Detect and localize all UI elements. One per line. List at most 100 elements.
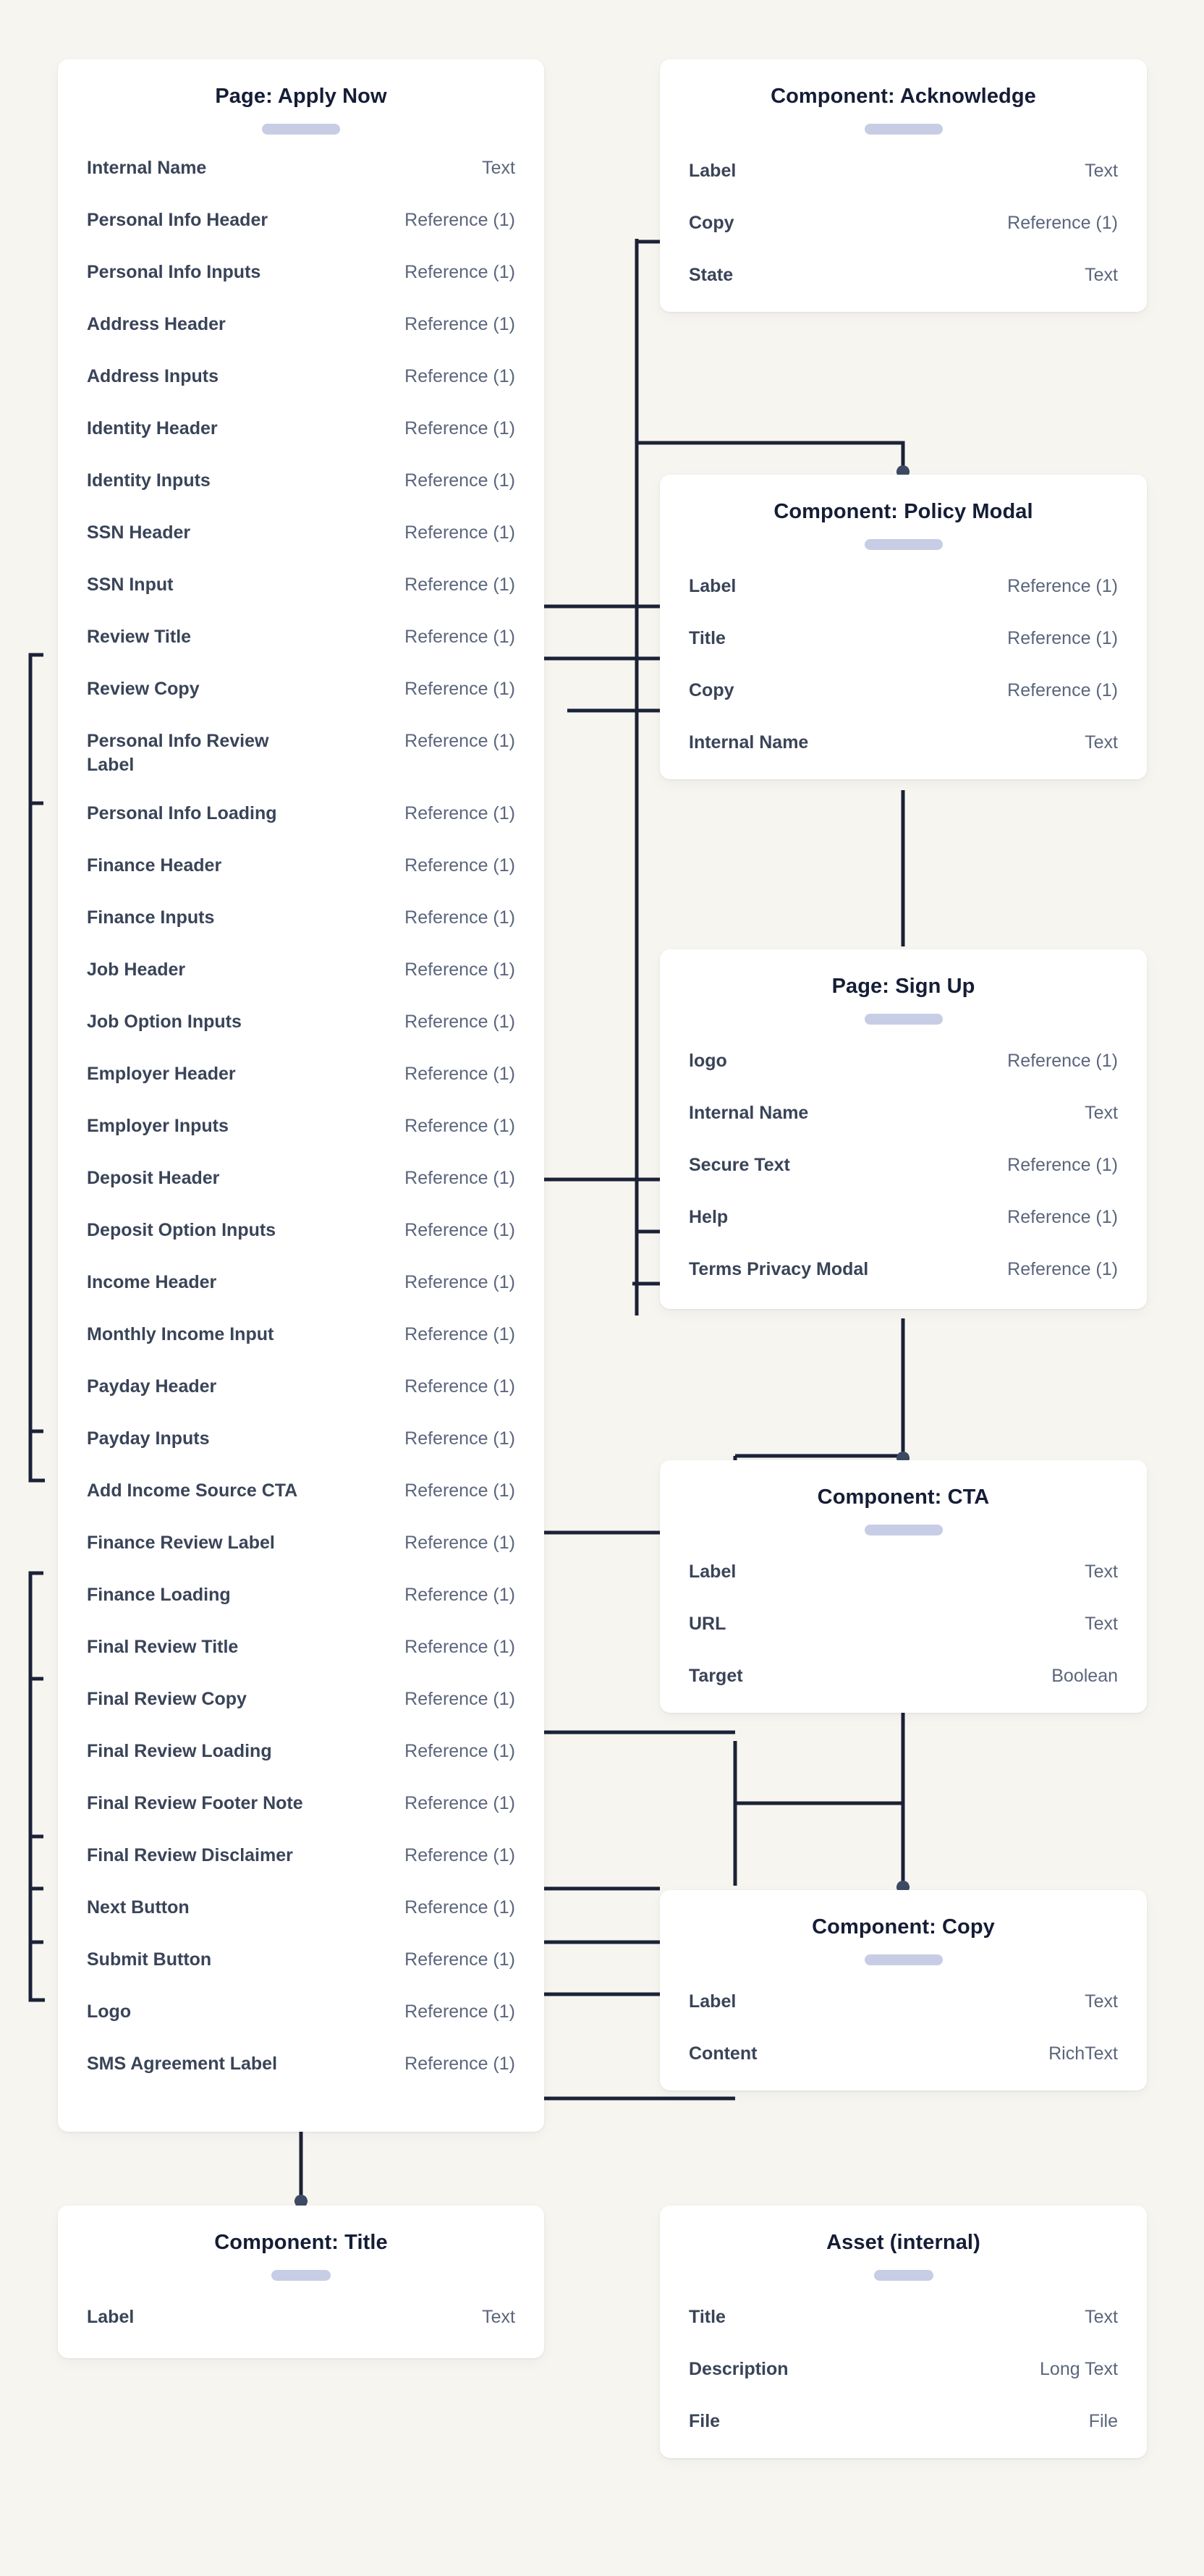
entity-card-component-cta[interactable]: Component: CTA Label Text URL Text Target B… bbox=[660, 1460, 1147, 1713]
field-row[interactable]: Final Review Disclaimer Reference (1) bbox=[87, 1844, 515, 1868]
field-row[interactable]: Review Title Reference (1) bbox=[87, 625, 515, 649]
field-row[interactable]: Review Copy Reference (1) bbox=[87, 677, 515, 701]
wire-policy-modal-top bbox=[637, 441, 905, 470]
field-list: Label Text bbox=[58, 2281, 544, 2358]
field-row[interactable]: Label Text bbox=[689, 1560, 1118, 1584]
field-type: Reference (1) bbox=[404, 730, 515, 751]
field-row[interactable]: Content RichText bbox=[689, 2042, 1118, 2066]
field-name: Final Review Copy bbox=[87, 1688, 247, 1709]
field-row[interactable]: URL Text bbox=[689, 1612, 1118, 1636]
field-row[interactable]: Internal Name Text bbox=[689, 1101, 1118, 1125]
field-row[interactable]: Identity Header Reference (1) bbox=[87, 417, 515, 441]
field-row[interactable]: State Text bbox=[689, 263, 1118, 287]
field-name: Target bbox=[689, 1665, 743, 1686]
field-row[interactable]: Logo Reference (1) bbox=[87, 2000, 515, 2024]
field-row[interactable]: Address Header Reference (1) bbox=[87, 313, 515, 336]
field-row[interactable]: Title Reference (1) bbox=[689, 627, 1118, 651]
field-row[interactable]: Label Text bbox=[689, 1990, 1118, 2014]
bracket-left-payday bbox=[28, 803, 45, 1483]
field-row[interactable]: Personal Info Header Reference (1) bbox=[87, 208, 515, 232]
card-title: Component: Policy Modal bbox=[773, 500, 1033, 523]
field-row[interactable]: Copy Reference (1) bbox=[689, 679, 1118, 703]
field-type: File bbox=[1088, 2410, 1118, 2431]
field-row[interactable]: Personal Info Inputs Reference (1) bbox=[87, 260, 515, 284]
field-type: Reference (1) bbox=[404, 1011, 515, 1032]
field-row[interactable]: Monthly Income Input Reference (1) bbox=[87, 1323, 515, 1347]
entity-card-asset-internal[interactable]: Asset (internal) Title Text Description Lo… bbox=[660, 2206, 1147, 2458]
field-row[interactable]: Label Text bbox=[689, 159, 1118, 183]
entity-card-component-title[interactable]: Component: Title Label Text bbox=[58, 2206, 544, 2358]
field-row[interactable]: Next Button Reference (1) bbox=[87, 1896, 515, 1920]
field-row[interactable]: File File bbox=[689, 2410, 1118, 2433]
field-name: Identity Header bbox=[87, 418, 218, 438]
field-type: Text bbox=[482, 2306, 515, 2327]
field-row[interactable]: Payday Inputs Reference (1) bbox=[87, 1427, 515, 1451]
field-row[interactable]: Job Header Reference (1) bbox=[87, 958, 515, 982]
field-row[interactable]: SSN Header Reference (1) bbox=[87, 521, 515, 545]
field-row[interactable]: Deposit Header Reference (1) bbox=[87, 1166, 515, 1190]
entity-card-component-policy-modal[interactable]: Component: Policy Modal Label Reference (… bbox=[660, 475, 1147, 779]
entity-card-component-acknowledge[interactable]: Component: Acknowledge Label Text Copy Ref… bbox=[660, 59, 1147, 312]
field-row[interactable]: Submit Button Reference (1) bbox=[87, 1948, 515, 1972]
field-row[interactable]: Secure Text Reference (1) bbox=[689, 1153, 1118, 1177]
field-row[interactable]: Address Inputs Reference (1) bbox=[87, 365, 515, 389]
field-row[interactable]: Label Reference (1) bbox=[689, 575, 1118, 598]
field-row[interactable]: Internal Name Text bbox=[87, 156, 515, 180]
field-row[interactable]: SSN Input Reference (1) bbox=[87, 573, 515, 597]
field-row[interactable]: Add Income Source CTA Reference (1) bbox=[87, 1479, 515, 1503]
field-row[interactable]: Finance Review Label Reference (1) bbox=[87, 1531, 515, 1555]
field-row[interactable]: Finance Loading Reference (1) bbox=[87, 1583, 515, 1607]
field-row[interactable]: Deposit Option Inputs Reference (1) bbox=[87, 1219, 515, 1242]
field-row[interactable]: Employer Inputs Reference (1) bbox=[87, 1114, 515, 1138]
field-name: Add Income Source CTA bbox=[87, 1480, 298, 1501]
field-row[interactable]: Description Long Text bbox=[689, 2357, 1118, 2381]
field-name: Secure Text bbox=[689, 1154, 790, 1175]
entity-card-page-sign-up[interactable]: Page: Sign Up logo Reference (1) Internal… bbox=[660, 949, 1147, 1309]
card-badge-wrap bbox=[660, 1524, 1147, 1535]
field-row[interactable]: Copy Reference (1) bbox=[689, 211, 1118, 235]
field-row[interactable]: Finance Header Reference (1) bbox=[87, 854, 515, 878]
erd-canvas: Page: Apply Now Internal Name Text Person… bbox=[0, 0, 1204, 2576]
field-type: Reference (1) bbox=[404, 1115, 515, 1136]
card-badge-pill bbox=[864, 1954, 943, 1965]
field-row[interactable]: SMS Agreement Label Reference (1) bbox=[87, 2052, 515, 2076]
field-row[interactable]: Employer Header Reference (1) bbox=[87, 1062, 515, 1086]
field-type: Text bbox=[1085, 732, 1118, 753]
field-row[interactable]: Label Text bbox=[87, 2305, 515, 2329]
field-row[interactable]: Help Reference (1) bbox=[689, 1206, 1118, 1229]
field-row[interactable]: Personal Info Loading Reference (1) bbox=[87, 802, 515, 826]
field-type: Text bbox=[1085, 1991, 1118, 2012]
entity-card-page-apply-now[interactable]: Page: Apply Now Internal Name Text Person… bbox=[58, 59, 544, 2132]
card-badge-wrap bbox=[58, 2269, 544, 2281]
field-row[interactable]: logo Reference (1) bbox=[689, 1049, 1118, 1073]
field-row[interactable]: Final Review Footer Note Reference (1) bbox=[87, 1792, 515, 1816]
field-type: Reference (1) bbox=[404, 1792, 515, 1813]
field-row[interactable]: Finance Inputs Reference (1) bbox=[87, 906, 515, 930]
card-badge-wrap bbox=[660, 538, 1147, 550]
field-type: Reference (1) bbox=[1007, 212, 1118, 233]
field-name: Job Option Inputs bbox=[87, 1011, 242, 1032]
field-row[interactable]: Identity Inputs Reference (1) bbox=[87, 469, 515, 493]
field-row[interactable]: Personal Info Review Label Reference (1) bbox=[87, 729, 515, 777]
field-row[interactable]: Title Text bbox=[689, 2305, 1118, 2329]
field-row[interactable]: Income Header Reference (1) bbox=[87, 1271, 515, 1295]
field-row[interactable]: Terms Privacy Modal Reference (1) bbox=[689, 1258, 1118, 1281]
field-list: Label Text URL Text Target Boolean bbox=[660, 1535, 1147, 1713]
field-row[interactable]: Job Option Inputs Reference (1) bbox=[87, 1010, 515, 1034]
field-row[interactable]: Final Review Copy Reference (1) bbox=[87, 1687, 515, 1711]
card-badge-pill bbox=[864, 538, 943, 550]
field-name: Job Header bbox=[87, 959, 186, 980]
field-type: Reference (1) bbox=[404, 907, 515, 928]
field-name: Logo bbox=[87, 2001, 132, 2022]
field-row[interactable]: Payday Header Reference (1) bbox=[87, 1375, 515, 1399]
field-row[interactable]: Internal Name Text bbox=[689, 731, 1118, 755]
field-row[interactable]: Final Review Title Reference (1) bbox=[87, 1635, 515, 1659]
field-name: Label bbox=[689, 1991, 737, 2012]
entity-card-component-copy[interactable]: Component: Copy Label Text Content RichTex… bbox=[660, 1890, 1147, 2090]
field-type: Reference (1) bbox=[404, 1167, 515, 1188]
field-row[interactable]: Final Review Loading Reference (1) bbox=[87, 1740, 515, 1763]
field-name: Internal Name bbox=[689, 1102, 809, 1123]
field-name: Label bbox=[689, 160, 737, 181]
field-row[interactable]: Target Boolean bbox=[689, 1664, 1118, 1688]
field-type: Reference (1) bbox=[404, 574, 515, 595]
